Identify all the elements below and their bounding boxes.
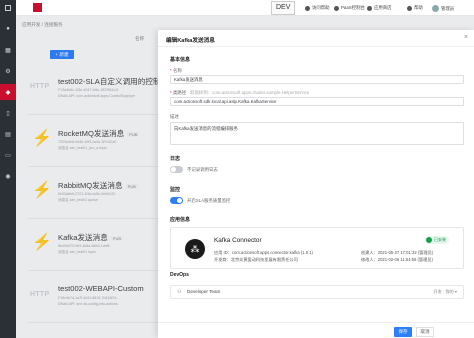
section-basic: 基本信息	[170, 57, 191, 63]
app-developer: 开发商：北京炎黄盈动科技发展有限责任公司	[214, 257, 298, 262]
settings-icon[interactable]: ⚙	[0, 63, 16, 79]
devops-team: Developer Team	[187, 289, 221, 294]
nav-app-store[interactable]: 应用商店	[367, 5, 392, 11]
nav-help-access[interactable]: 访问帮助	[305, 5, 330, 11]
desc-label: 描述	[170, 114, 179, 119]
name-input[interactable]: Kafka发送消息	[170, 75, 464, 84]
monitor-toggle-label: 开启SLA服务质量监控	[187, 198, 231, 203]
app-id: 应用 ID：com.actionsoft.apps.connector.kafk…	[214, 250, 313, 255]
log-toggle-label: 不记录调用日志	[187, 167, 218, 172]
mobile-icon[interactable]: ▯	[0, 105, 16, 121]
env-switcher[interactable]: DEV	[271, 1, 296, 15]
footer-divider	[158, 322, 474, 323]
kafka-icon: ⁂	[185, 239, 205, 259]
divider	[158, 46, 474, 47]
devops-team-select[interactable]: ⚇ Developer Team 开发 : 我的 ▾	[170, 285, 464, 299]
team-icon: ⚇	[177, 289, 182, 295]
desc-textarea[interactable]: 向Kafka发送消息的流程编排服务	[170, 122, 464, 145]
save-button[interactable]: 保存	[394, 327, 412, 337]
help-icon	[407, 5, 412, 11]
section-monitor: 监控	[170, 187, 181, 193]
app-card: ⁂ Kafka Connector 已安装 应用 ID：com.actionso…	[170, 227, 464, 269]
log-toggle[interactable]	[170, 166, 183, 173]
monitor-toggle[interactable]	[170, 197, 183, 204]
top-bar: DEV 访问帮助 PaaS控制台 应用商店 帮助 管理员	[0, 0, 474, 16]
cancel-button[interactable]: 取消	[416, 327, 434, 337]
class-label: * 类路径 取值样例：com.actionsoft.apps.cluster.sa…	[170, 90, 310, 95]
class-input[interactable]: com.actionsoft.sdk.local.api.aslp.Kafka.…	[170, 97, 464, 106]
grid-icon[interactable]: ▦	[0, 42, 16, 58]
box-icon[interactable]: ◆	[0, 84, 16, 100]
avatar	[432, 5, 439, 12]
user-menu[interactable]: 管理员	[432, 5, 454, 12]
pin-icon[interactable]: ●	[0, 21, 16, 37]
chart-icon[interactable]: ▤	[0, 126, 16, 142]
nav-paas-console[interactable]: PaaS控制台	[334, 5, 365, 11]
section-log: 日志	[170, 156, 181, 162]
section-devops: DevOps	[170, 272, 189, 278]
nav-help[interactable]: 帮助	[407, 5, 423, 11]
app-created: 创建人：2021-05-27 17:01:32 (管理员)	[361, 250, 434, 255]
menu-icon[interactable]	[0, 0, 16, 16]
panel-title: 编辑Kafka发送消息	[166, 38, 215, 44]
edit-panel: 编辑Kafka发送消息 × 基本信息 * 名称 Kafka发送消息 * 类路径取…	[158, 30, 474, 338]
doc-icon[interactable]: ▭	[0, 147, 16, 163]
name-label: * 名称	[170, 68, 182, 73]
console-icon	[334, 5, 339, 11]
doc-icon	[305, 5, 310, 11]
app-name[interactable]: Kafka Connector	[214, 237, 262, 244]
status-badge: 已安装	[425, 236, 449, 244]
close-icon[interactable]: ×	[464, 34, 468, 41]
devops-role: 开发 : 我的 ▾	[433, 289, 457, 294]
store-icon	[367, 5, 372, 11]
section-app: 应用信息	[170, 217, 191, 223]
user-icon[interactable]: ◉	[0, 168, 16, 184]
brand-logo	[33, 3, 42, 12]
sidebar: ● ▦ ⚙ ◆ ▯ ▤ ▭ ◉	[0, 16, 16, 338]
app-updated: 修改人：2021-02-06 11:54:55 (管理员)	[361, 257, 433, 262]
